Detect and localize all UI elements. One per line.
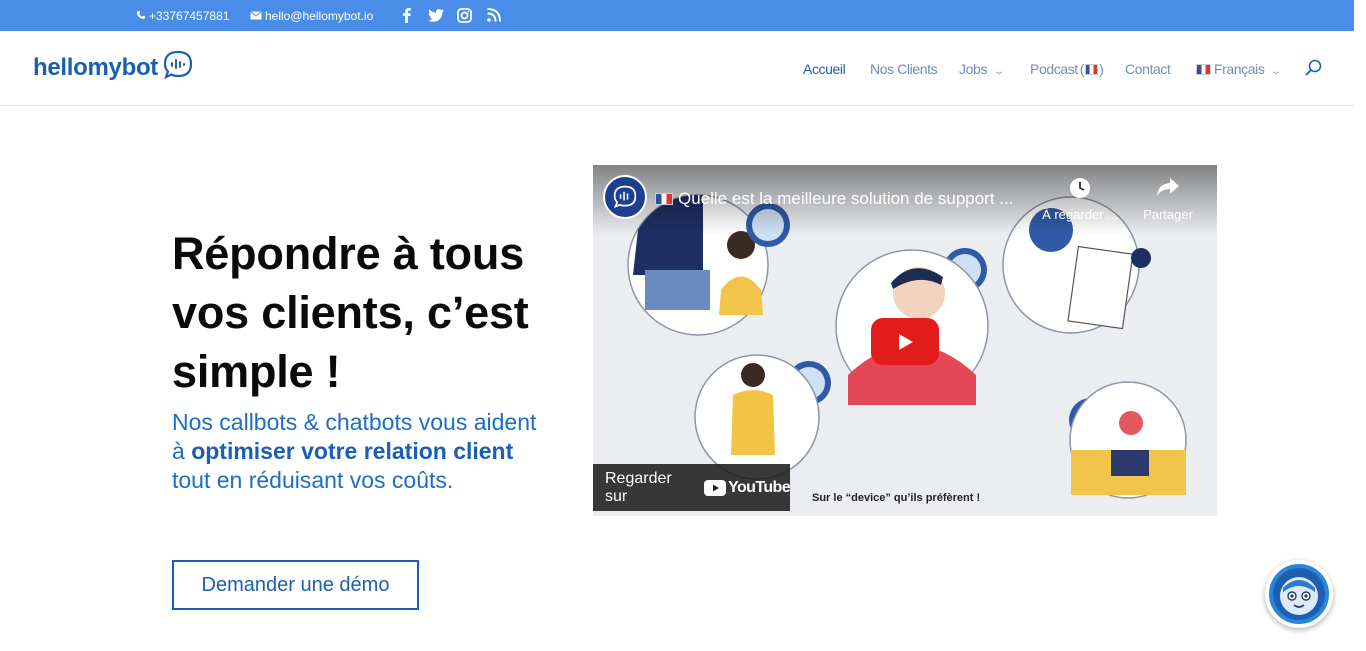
clock-icon <box>1040 177 1120 201</box>
nav-item-jobs[interactable]: Jobs ⌄ <box>959 61 1005 77</box>
video-caption: Sur le “device” qu’ils préfèrent ! <box>812 492 981 504</box>
youtube-wordmark: YouTube <box>728 478 790 496</box>
watch-on-label: Regarder sur <box>605 469 672 505</box>
social-links <box>398 6 502 24</box>
youtube-play-icon <box>704 479 727 496</box>
chevron-down-icon: ⌄ <box>1270 66 1283 77</box>
chat-bubble-logo-icon <box>163 50 193 85</box>
youtube-video-embed[interactable]: Quelle est la meilleure solution de supp… <box>593 165 1217 516</box>
french-flag-icon <box>655 193 673 205</box>
share-button[interactable]: Partager <box>1128 177 1208 222</box>
nav-item-language-label: Français <box>1214 61 1265 77</box>
envelope-icon <box>250 9 262 23</box>
french-flag-icon <box>1196 64 1211 75</box>
video-title[interactable]: Quelle est la meilleure solution de supp… <box>655 189 1013 209</box>
request-demo-button[interactable]: Demander une démo <box>172 560 419 610</box>
instagram-icon[interactable] <box>456 6 473 24</box>
nav-item-nos-clients[interactable]: Nos Clients <box>870 61 938 77</box>
phone-icon <box>136 9 146 23</box>
search-icon[interactable] <box>1305 59 1323 82</box>
twitter-icon[interactable] <box>427 6 444 24</box>
hero-subtitle-part2: tout en réduisant vos coûts. <box>172 467 454 493</box>
nav-item-contact[interactable]: Contact <box>1125 61 1171 77</box>
video-title-text: Quelle est la meilleure solution de supp… <box>678 189 1014 208</box>
chatbot-launcher[interactable] <box>1265 560 1333 628</box>
nav-item-accueil[interactable]: Accueil <box>803 61 846 77</box>
nav-item-language[interactable]: Français ⌄ <box>1196 61 1283 77</box>
french-flag-icon <box>1085 64 1099 75</box>
podcast-flag: () <box>1079 61 1104 77</box>
hero-title: Répondre à tous vos clients, c’est simpl… <box>172 228 529 397</box>
hero-subtitle: Nos callbots & chatbots vous aident à op… <box>172 408 552 495</box>
share-label: Partager <box>1143 207 1193 222</box>
email-address: hello@hellomybot.io <box>265 9 374 23</box>
logo-text: hellomybot <box>33 53 159 81</box>
email-contact[interactable]: hello@hellomybot.io <box>250 9 373 23</box>
top-bar: +33767457881 hello@hellomybot.io <box>0 0 1354 31</box>
play-icon <box>899 333 913 350</box>
facebook-icon[interactable] <box>398 6 415 24</box>
channel-avatar[interactable] <box>603 175 647 219</box>
watch-later-label: À regarder ... <box>1042 207 1118 222</box>
site-header: hellomybot Accueil Nos Clients Jobs ⌄ Pod… <box>0 31 1354 106</box>
nav-item-podcast-label: Podcast <box>1030 61 1078 77</box>
rss-icon[interactable] <box>485 6 502 24</box>
watch-later-button[interactable]: À regarder ... <box>1040 177 1120 222</box>
share-arrow-icon <box>1128 177 1208 201</box>
youtube-logo: YouTube <box>704 478 791 497</box>
hero-subtitle-highlight: optimiser votre relation client <box>191 438 514 464</box>
robot-face-icon <box>1273 568 1325 620</box>
logo[interactable]: hellomybot <box>33 50 193 85</box>
nav-item-jobs-label: Jobs <box>959 61 987 77</box>
phone-number: +33767457881 <box>149 9 230 23</box>
chevron-down-icon: ⌄ <box>993 66 1005 77</box>
nav-item-podcast[interactable]: Podcast() <box>1030 61 1104 77</box>
phone-contact[interactable]: +33767457881 <box>136 9 229 23</box>
play-button[interactable] <box>871 318 939 365</box>
watch-on-youtube-button[interactable]: Regarder sur YouTube <box>593 464 791 511</box>
